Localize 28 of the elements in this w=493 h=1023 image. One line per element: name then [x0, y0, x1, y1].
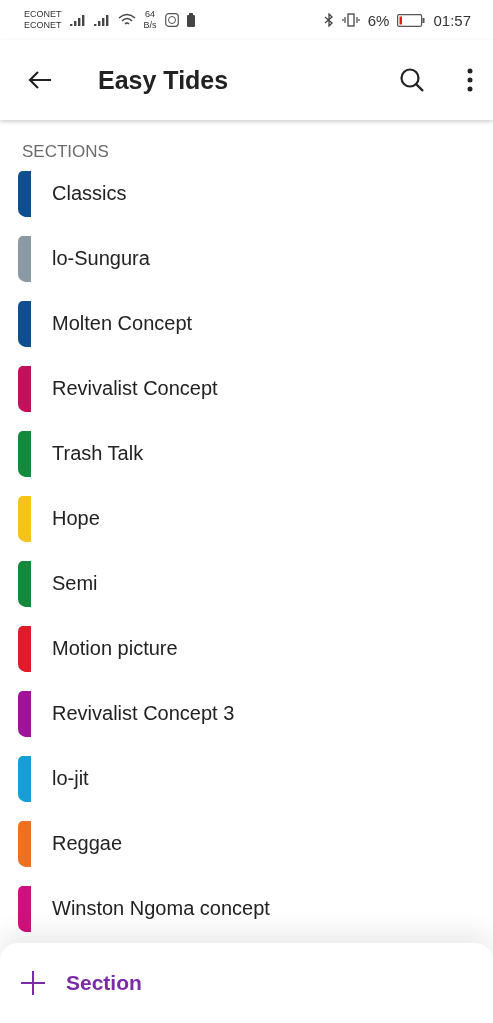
section-item[interactable]: Molten Concept: [0, 291, 493, 356]
sections-header: SECTIONS: [21, 141, 110, 161]
clock-time: 01:57: [433, 11, 471, 29]
section-item[interactable]: Motion picture: [0, 616, 493, 681]
section-item[interactable]: Semi: [0, 551, 493, 616]
section-item[interactable]: lo-jit: [0, 746, 493, 811]
add-section-button[interactable]: Section: [20, 970, 142, 996]
bluetooth-icon: [323, 13, 334, 27]
vibrate-icon: [341, 13, 360, 27]
battery-icon: [397, 13, 426, 27]
section-item[interactable]: Revivalist Concept 3: [0, 681, 493, 746]
section-item[interactable]: Reggae: [0, 811, 493, 876]
battery-icon: [186, 13, 195, 27]
signal-icon: [69, 14, 86, 26]
signal-icon: [93, 14, 110, 26]
wifi-icon: [117, 13, 136, 27]
battery-percent: 6%: [367, 11, 390, 29]
section-item[interactable]: Revivalist Concept: [0, 356, 493, 421]
network-speed: 64 B/s: [143, 9, 157, 31]
notebook-title: Easy Tides: [98, 65, 230, 95]
more-icon[interactable]: [467, 68, 473, 92]
section-item[interactable]: Winston Ngoma concept: [0, 876, 493, 941]
plus-icon[interactable]: [20, 970, 46, 996]
section-item[interactable]: Classics: [0, 161, 493, 226]
section-item[interactable]: lo-Sungura: [0, 226, 493, 291]
section-item[interactable]: Hope: [0, 486, 493, 551]
carrier-names: ECONET ECONET: [24, 9, 62, 31]
section-item[interactable]: Trash Talk: [0, 421, 493, 486]
